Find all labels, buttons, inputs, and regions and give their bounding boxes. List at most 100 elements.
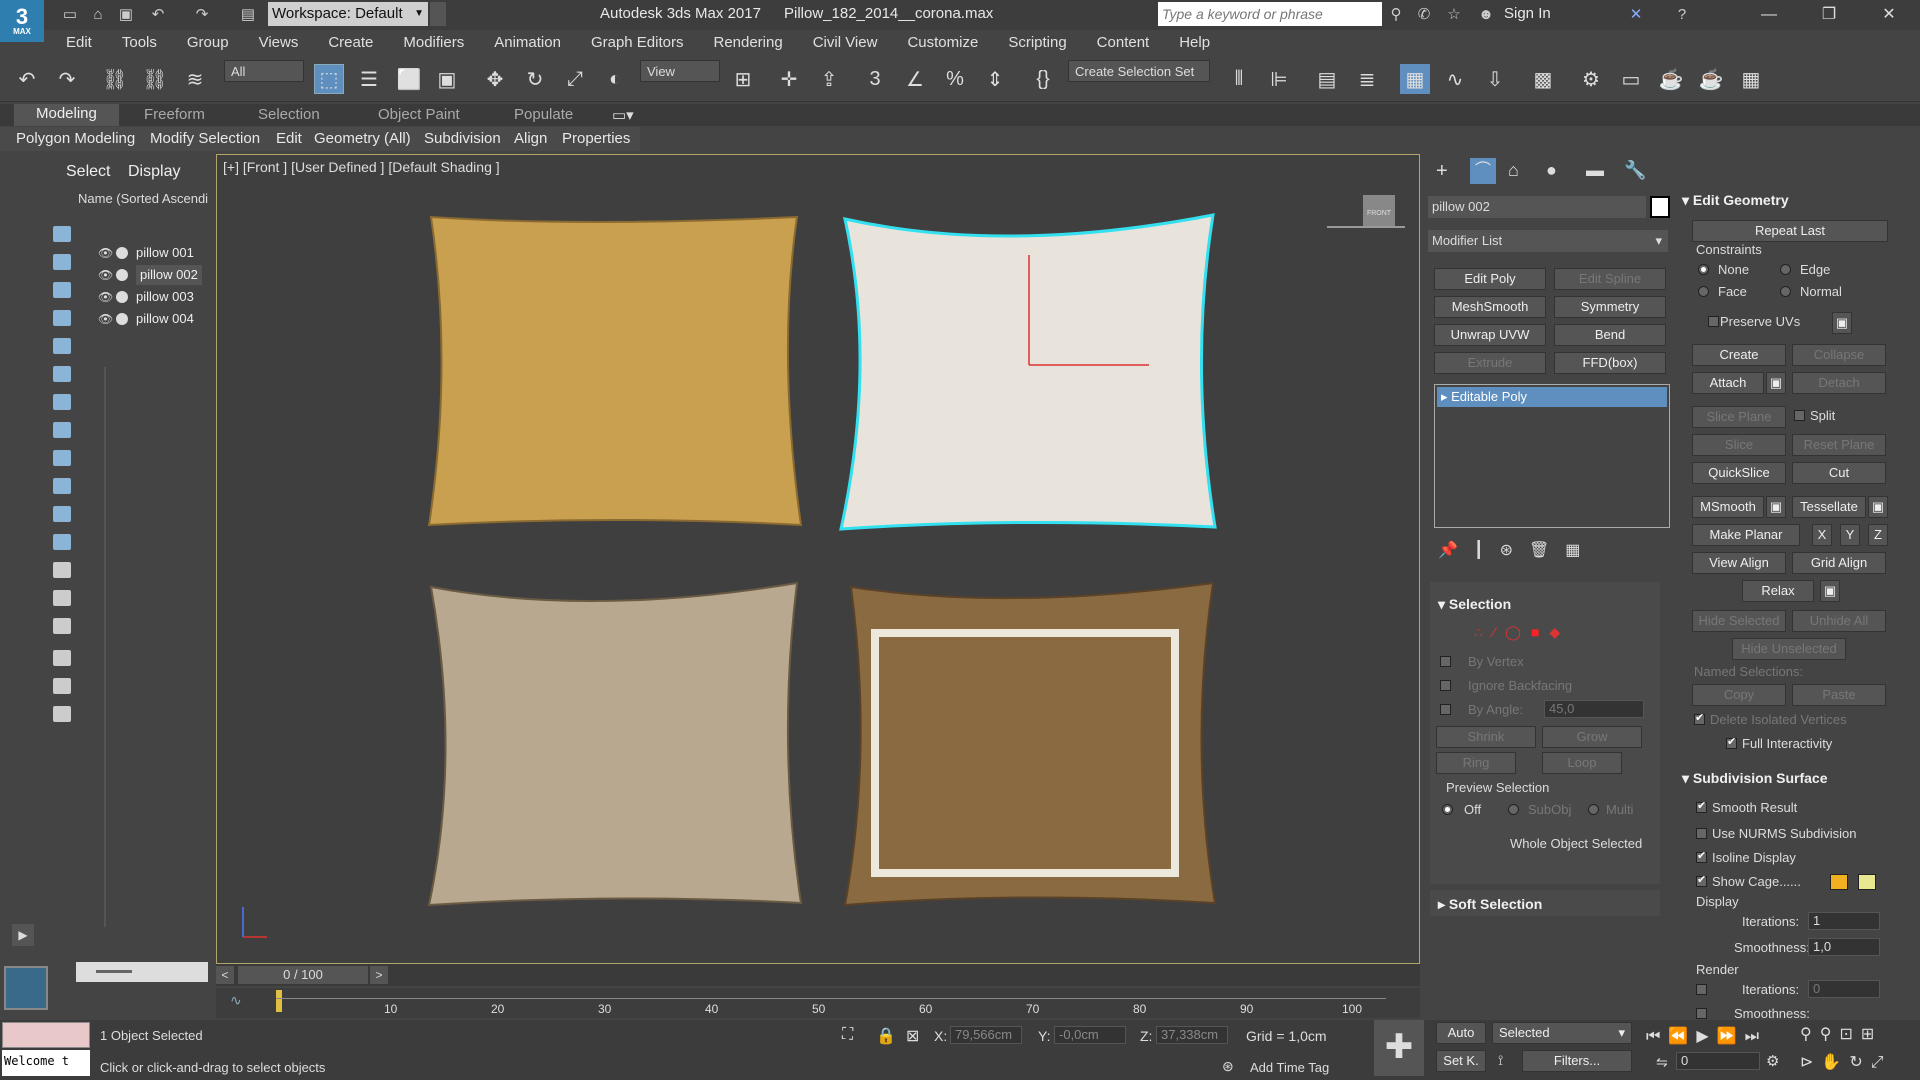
modifier-ffd-box-button[interactable]: FFD(box) (1554, 352, 1666, 374)
redo-icon[interactable]: ↷ (52, 64, 82, 94)
viewport-layout-icon[interactable] (4, 966, 48, 1010)
menu-scripting[interactable]: Scripting (1008, 34, 1066, 51)
scene-tab-select[interactable]: Select (66, 163, 110, 181)
by-angle-spinner[interactable]: 45,0 (1544, 700, 1644, 718)
menu-group[interactable]: Group (187, 34, 229, 51)
scene-explorer-scrollbar[interactable] (76, 962, 208, 982)
ribbon-tab-selection[interactable]: Selection (258, 106, 320, 123)
render-iterative-icon[interactable]: ☕ (1696, 64, 1726, 94)
play-icon[interactable]: ▶ (1696, 1028, 1716, 1045)
menu-civil-view[interactable]: Civil View (813, 34, 878, 51)
edge-mode-icon[interactable]: ⁄ (1493, 624, 1505, 640)
modify-tab-icon[interactable]: ⌒ (1470, 158, 1496, 184)
full-interactivity-checkbox[interactable] (1726, 735, 1737, 749)
shrink-button[interactable]: Shrink (1436, 726, 1536, 748)
key-mode-icon[interactable]: ⟟ (1498, 1052, 1503, 1069)
rotate-icon[interactable]: ↻ (520, 64, 550, 94)
material-editor-icon[interactable]: ▩ (1528, 64, 1558, 94)
polygon-mode-icon[interactable]: ■ (1531, 624, 1549, 640)
show-cage-checkbox[interactable] (1696, 873, 1707, 887)
search-input[interactable]: Type a keyword or phrase (1158, 2, 1382, 26)
display-frozen-icon[interactable] (53, 506, 71, 522)
add-time-tag-button[interactable]: Add Time Tag (1250, 1060, 1329, 1075)
vertex-mode-icon[interactable]: ∴ (1474, 624, 1493, 640)
attach-settings-icon[interactable]: ▣ (1766, 372, 1786, 394)
cut-button[interactable]: Cut (1792, 462, 1886, 484)
hide-unselected-button[interactable]: Hide Unselected (1732, 638, 1846, 660)
pan-icon[interactable]: ✋ (1821, 1054, 1849, 1071)
unhide-all-button[interactable]: Unhide All (1792, 610, 1886, 632)
panel-modify-selection[interactable]: Modify Selection (150, 130, 260, 147)
modifier-list-dropdown[interactable]: Modifier List ▾ (1428, 230, 1668, 252)
utilities-tab-icon[interactable]: 🔧 (1624, 160, 1646, 181)
favorites-star-icon[interactable]: ☆ (1444, 5, 1464, 25)
ignore-backfacing-checkbox[interactable] (1440, 680, 1451, 691)
invert-display-icon[interactable] (53, 618, 71, 634)
preview-subobj-radio[interactable] (1508, 804, 1519, 815)
render-activeshade-icon[interactable]: ▦ (1736, 64, 1766, 94)
workspace-dropdown[interactable]: Workspace: Default ▼ (268, 2, 428, 26)
display-helpers-icon[interactable] (53, 338, 71, 354)
menu-create[interactable]: Create (328, 34, 373, 51)
mini-curve-editor-icon[interactable]: ∿ (230, 992, 242, 1009)
restore-button[interactable]: ❐ (1806, 2, 1852, 28)
scene-row-pillow-002[interactable]: pillow 002 (136, 265, 202, 285)
scene-tab-display[interactable]: Display (128, 163, 180, 181)
ribbon-toggle-icon[interactable]: ▦ (1400, 64, 1430, 94)
workspace-menu-button[interactable] (430, 2, 446, 26)
display-iterations-spinner[interactable]: 1 (1808, 912, 1880, 930)
scene-row-pillow-004[interactable]: pillow 004 (136, 309, 194, 329)
zoom-icon[interactable]: ⚲ (1800, 1026, 1820, 1043)
selection-rollout-title[interactable]: ▾ Selection (1438, 596, 1511, 613)
ribbon-options-icon[interactable]: ▭▾ (612, 106, 634, 124)
time-tag-icon[interactable]: ⊛ (1222, 1058, 1234, 1075)
unlink-icon[interactable]: ⛓ (140, 64, 170, 94)
constraint-face-radio[interactable] (1698, 286, 1709, 297)
panel-subdivision[interactable]: Subdivision (424, 130, 501, 147)
current-frame-field[interactable]: 0 (1676, 1052, 1760, 1070)
remove-modifier-icon[interactable]: 🗑 (1529, 542, 1565, 559)
display-hidden-icon[interactable] (53, 534, 71, 550)
tessellate-settings-icon[interactable]: ▣ (1868, 496, 1888, 518)
time-configuration-icon[interactable]: ⚙ (1766, 1052, 1779, 1070)
preserve-uvs-settings-icon[interactable]: ▣ (1832, 312, 1852, 334)
set-key-button[interactable]: Set K. (1436, 1050, 1486, 1072)
modifier-edit-spline-button[interactable]: Edit Spline (1554, 268, 1666, 290)
app-logo[interactable]: 3 MAX (0, 0, 44, 42)
modifier-edit-poly-button[interactable]: Edit Poly (1434, 268, 1546, 290)
detach-button[interactable]: Detach (1792, 372, 1886, 394)
planar-y-button[interactable]: Y (1840, 524, 1860, 546)
stack-item-editable-poly[interactable]: ▸ Editable Poly (1437, 387, 1667, 407)
spinner-snap-icon[interactable]: ⇕ (980, 64, 1010, 94)
go-to-end-icon[interactable]: ⏭ (1745, 1028, 1767, 1045)
display-groups-icon[interactable] (53, 394, 71, 410)
visibility-eye-icon[interactable]: 👁 (98, 312, 113, 326)
help-icon[interactable]: ? (1672, 5, 1692, 25)
zoom-extents-icon[interactable]: ⊡ (1839, 1026, 1860, 1043)
select-by-name-icon[interactable]: ☰ (354, 64, 384, 94)
z-coordinate-field[interactable]: 37,338cm (1156, 1026, 1228, 1044)
close-button[interactable]: ✕ (1866, 2, 1912, 28)
display-tab-icon[interactable]: ▬ (1586, 160, 1604, 181)
maximize-viewport-icon[interactable]: ⤢ (1871, 1054, 1892, 1071)
new-file-icon[interactable]: ▭ (60, 5, 80, 25)
hierarchy-tab-icon[interactable]: ⌂ (1508, 160, 1519, 181)
field-of-view-icon[interactable]: ⊳ (1800, 1054, 1821, 1071)
menu-help[interactable]: Help (1179, 34, 1210, 51)
cage-color-swatch-1[interactable] (1830, 874, 1848, 890)
display-cameras-icon[interactable] (53, 310, 71, 326)
time-slider[interactable]: < 0 / 100 > (216, 964, 1420, 986)
angle-snap-icon[interactable]: ∠ (900, 64, 930, 94)
align-icon[interactable]: ⊫ (1264, 64, 1294, 94)
scene-explorer-icon[interactable]: ▤ (1312, 64, 1342, 94)
grid-align-button[interactable]: Grid Align (1792, 552, 1886, 574)
expand-arrow-icon[interactable]: ▶ (12, 924, 34, 946)
render-production-icon[interactable]: ☕ (1656, 64, 1686, 94)
ribbon-tab-modeling[interactable]: Modeling (14, 104, 119, 126)
edit-geometry-rollout-title[interactable]: ▾ Edit Geometry (1682, 192, 1789, 209)
select-manipulate-icon[interactable]: ✛ (774, 64, 804, 94)
minimize-button[interactable]: — (1746, 2, 1792, 28)
visibility-eye-icon[interactable]: 👁 (98, 268, 113, 282)
freeze-icon[interactable] (116, 247, 128, 259)
redo-icon[interactable]: ↷ (192, 5, 212, 25)
